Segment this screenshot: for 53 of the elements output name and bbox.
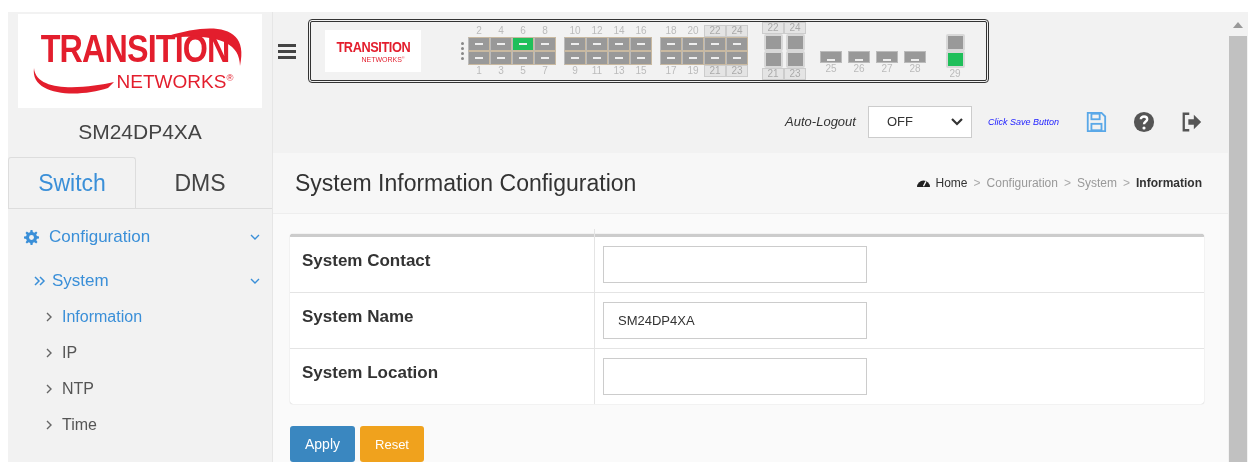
led-indicators [461, 42, 464, 61]
port-number: 24 [784, 22, 806, 35]
chevron-down-icon [250, 278, 260, 284]
sidebar-tab[interactable]: DMS [136, 157, 264, 208]
breadcrumb-link[interactable]: System [1076, 176, 1117, 190]
port-number: 22 [762, 22, 784, 35]
page-title: System Information Configuration [295, 169, 637, 197]
input-field[interactable] [603, 246, 867, 283]
port-number: 22 [704, 25, 726, 38]
auto-logout-select[interactable]: OFF [867, 105, 972, 138]
port-number: 21 [762, 68, 784, 81]
chevron-right-icon [46, 420, 52, 430]
auto-logout-label: Auto-Logout [785, 114, 856, 130]
double-chevron-icon [34, 276, 46, 286]
breadcrumb-separator: > [973, 176, 981, 190]
input-field[interactable]: SM24DP4XA [603, 302, 867, 339]
breadcrumb-link[interactable]: Home [935, 176, 968, 190]
breadcrumb-separator: > [1063, 176, 1071, 190]
save-icon[interactable] [1085, 110, 1107, 133]
port-number: 21 [704, 65, 726, 78]
port-number: 23 [726, 65, 748, 78]
reset-button[interactable]: Reset [360, 426, 424, 462]
apply-button[interactable]: Apply [290, 426, 355, 462]
menu-item[interactable]: Time [8, 407, 272, 443]
help-icon[interactable] [1133, 110, 1155, 133]
port-number: 24 [726, 25, 748, 38]
scroll-up-icon[interactable] [1233, 22, 1243, 28]
save-hint: Click Save Button [987, 116, 1059, 127]
sidebar-tab[interactable]: Switch [8, 157, 136, 208]
chevron-icon [950, 117, 963, 126]
menu-item[interactable]: System [8, 263, 272, 299]
chevron-right-icon [46, 384, 52, 394]
chevron-down-icon [250, 234, 260, 240]
port [945, 34, 965, 52]
port-number: 23 [784, 68, 806, 81]
breadcrumb-separator: > [1123, 176, 1130, 190]
menu-item[interactable]: Information [8, 299, 272, 335]
menu-item[interactable]: Configuration [8, 217, 272, 257]
logout-icon[interactable] [1181, 110, 1203, 133]
device-name: SM24DP4XA [77, 119, 203, 145]
field-label: System Location [290, 341, 595, 404]
chevron-right-icon [46, 312, 52, 322]
menu-icon[interactable] [278, 43, 296, 60]
menu-item[interactable]: NTP [8, 371, 272, 407]
chevron-right-icon [46, 348, 52, 358]
input-field[interactable] [603, 358, 867, 395]
breadcrumb-link[interactable]: Configuration [986, 176, 1058, 190]
field-label: System Contact [290, 229, 595, 292]
logo: TRANSITION NETWORKS$^{®}$ [18, 14, 262, 108]
dashboard-icon [916, 178, 930, 188]
gear-icon [24, 229, 39, 245]
field-label: System Name [290, 285, 595, 348]
menu-item[interactable]: IP [8, 335, 272, 371]
